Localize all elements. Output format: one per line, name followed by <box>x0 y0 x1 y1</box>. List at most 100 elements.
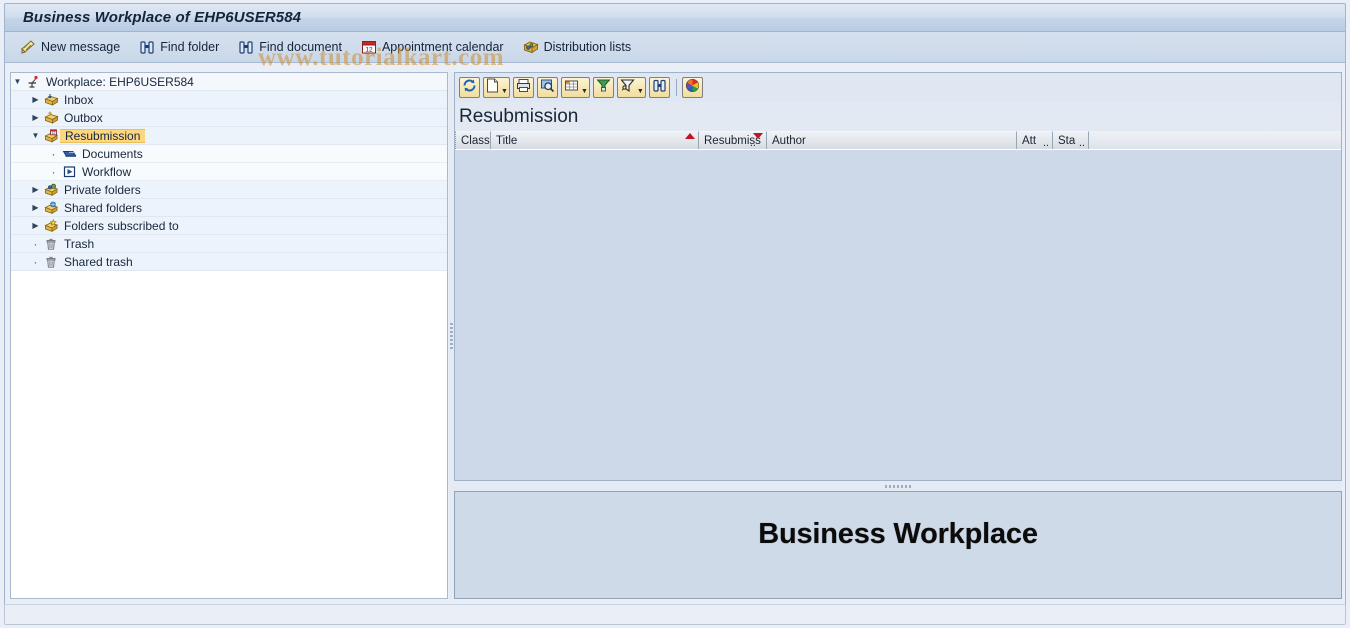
folder-inbox-icon <box>42 93 60 107</box>
column-label: Title <box>496 134 518 147</box>
grid-toolbar: ▼ ▼ ▼ <box>455 73 1341 102</box>
chevron-down-icon[interactable]: ▼ <box>637 88 644 97</box>
column-label: Class <box>461 134 490 147</box>
tree-node-inbox[interactable]: ▶ Inbox <box>11 91 447 109</box>
print-button[interactable] <box>512 77 534 98</box>
tree-node-label: Inbox <box>64 92 94 107</box>
tree-node-label: Resubmission <box>60 128 146 143</box>
color-palette-icon <box>685 78 700 98</box>
column-header-status[interactable]: Sta .. <box>1053 131 1089 149</box>
tree-empty-area <box>11 271 447 598</box>
tree-node-resubmission[interactable]: ▼ 12 Resubmission <box>11 127 447 145</box>
find-document-label: Find document <box>259 39 342 54</box>
tree-node-label: Workflow <box>82 164 132 179</box>
print-icon <box>516 78 531 98</box>
right-pane: ▼ ▼ ▼ Resubmission Class Title Resubmiss… <box>454 72 1342 599</box>
chevron-right-icon[interactable]: ▶ <box>29 185 42 194</box>
chevron-right-icon[interactable]: ▶ <box>29 203 42 212</box>
splitter-grip-icon <box>450 322 453 349</box>
tree-node-private-folders[interactable]: ▶ Private folders <box>11 181 447 199</box>
tree-node-label: Workplace: EHP6USER584 <box>46 74 194 89</box>
folder-resubmission-icon: 12 <box>42 128 60 143</box>
find-button[interactable] <box>648 77 670 98</box>
bullet-icon: · <box>51 146 56 161</box>
distribution-lists-button[interactable]: Distribution lists <box>520 35 642 59</box>
horizontal-splitter[interactable] <box>454 481 1342 491</box>
tree-node-workplace-root[interactable]: ▼ Workplace: EHP6USER584 <box>11 73 447 91</box>
preview-title: Business Workplace <box>758 518 1038 550</box>
choose-layout-button[interactable]: ▼ <box>560 77 590 98</box>
list-body-empty[interactable] <box>455 149 1341 480</box>
refresh-button[interactable] <box>459 77 480 98</box>
workplace-icon <box>24 75 42 89</box>
trash-icon <box>42 237 60 251</box>
sort-filter-button[interactable] <box>592 77 614 98</box>
tree-node-workflow[interactable]: · Workflow <box>11 163 447 181</box>
folder-shared-icon <box>42 201 60 215</box>
display-document-icon <box>486 78 499 98</box>
chevron-right-icon[interactable]: ▶ <box>29 221 42 230</box>
tree-node-trash[interactable]: · Trash <box>11 235 447 253</box>
appointment-calendar-button[interactable]: 12 Appointment calendar <box>358 35 514 59</box>
chevron-down-icon[interactable]: ▼ <box>29 131 42 140</box>
column-header-attachment[interactable]: Att .. <box>1017 131 1053 149</box>
folder-private-icon <box>42 183 60 197</box>
find-folder-label: Find folder <box>160 39 220 54</box>
column-header-row: Class Title Resubmiss .. Author Att .. S… <box>455 131 1341 149</box>
chevron-right-icon[interactable]: ▶ <box>29 113 42 122</box>
svg-text:12: 12 <box>51 131 55 135</box>
tree-node-shared-folders[interactable]: ▶ Shared folders <box>11 199 447 217</box>
sort-filter-icon <box>596 78 611 98</box>
status-bar <box>4 604 1346 625</box>
find-folder-button[interactable]: Find folder <box>136 35 229 59</box>
tree-node-label: Private folders <box>64 182 141 197</box>
find-binoculars-icon <box>652 78 667 98</box>
resubmission-list-container: ▼ ▼ ▼ Resubmission Class Title Resubmiss… <box>454 72 1342 481</box>
tree-node-label: Shared folders <box>64 200 143 215</box>
find-document-button[interactable]: Find document <box>235 35 352 59</box>
tree-node-shared-trash[interactable]: · Shared trash <box>11 253 447 271</box>
new-message-button[interactable]: New message <box>17 35 130 59</box>
sort-descending-icon <box>753 133 763 139</box>
find-folder-binoculars-icon <box>139 39 155 55</box>
tree-node-label: Shared trash <box>64 254 133 269</box>
chevron-down-icon[interactable]: ▼ <box>11 77 24 86</box>
column-header-title[interactable]: Title <box>491 131 699 149</box>
window-title: Business Workplace of EHP6USER584 <box>23 9 302 26</box>
color-palette-button[interactable] <box>681 77 703 98</box>
column-header-resubmission[interactable]: Resubmiss .. <box>699 131 767 149</box>
new-message-label: New message <box>41 39 121 54</box>
folder-subscribed-icon <box>42 218 60 233</box>
chevron-right-icon[interactable]: ▶ <box>29 95 42 104</box>
distribution-lists-label: Distribution lists <box>543 39 632 54</box>
preview-search-icon <box>540 78 555 98</box>
refresh-icon <box>462 78 477 98</box>
preview-pane: Business Workplace <box>454 491 1342 599</box>
filter-button[interactable]: ▼ <box>616 77 646 98</box>
chevron-down-icon[interactable]: ▼ <box>581 88 588 97</box>
column-header-author[interactable]: Author <box>767 131 1017 149</box>
list-title: Resubmission <box>459 105 579 127</box>
tree-node-folders-subscribed-to[interactable]: ▶ Folders subscribed to <box>11 217 447 235</box>
truncation-ellipsis: .. <box>1042 137 1049 149</box>
column-label: Author <box>772 134 806 147</box>
tree-node-outbox[interactable]: ▶ Outbox <box>11 109 447 127</box>
find-document-binoculars-icon <box>238 39 254 55</box>
display-document-button[interactable]: ▼ <box>483 77 510 98</box>
bullet-icon: · <box>33 254 38 269</box>
bullet-icon: · <box>33 236 38 251</box>
preview-search-button[interactable] <box>536 77 558 98</box>
folder-outbox-icon <box>42 110 60 125</box>
bullet-icon: · <box>51 164 56 179</box>
column-header-class[interactable]: Class <box>455 131 491 149</box>
sort-ascending-icon <box>685 133 695 139</box>
layout-grid-icon <box>564 79 579 97</box>
chevron-down-icon[interactable]: ▼ <box>501 88 508 97</box>
application-toolbar: New message Find folder Find document 12… <box>4 32 1346 63</box>
distribution-lists-icon <box>522 39 539 55</box>
folder-tree-pane[interactable]: ▼ Workplace: EHP6USER584 ▶ Inbox ▶ Outbo… <box>10 72 448 599</box>
svg-text:12: 12 <box>365 47 373 54</box>
list-title-bar: Resubmission <box>455 102 1341 131</box>
tree-node-documents[interactable]: · Documents <box>11 145 447 163</box>
column-label: Att <box>1022 134 1037 147</box>
